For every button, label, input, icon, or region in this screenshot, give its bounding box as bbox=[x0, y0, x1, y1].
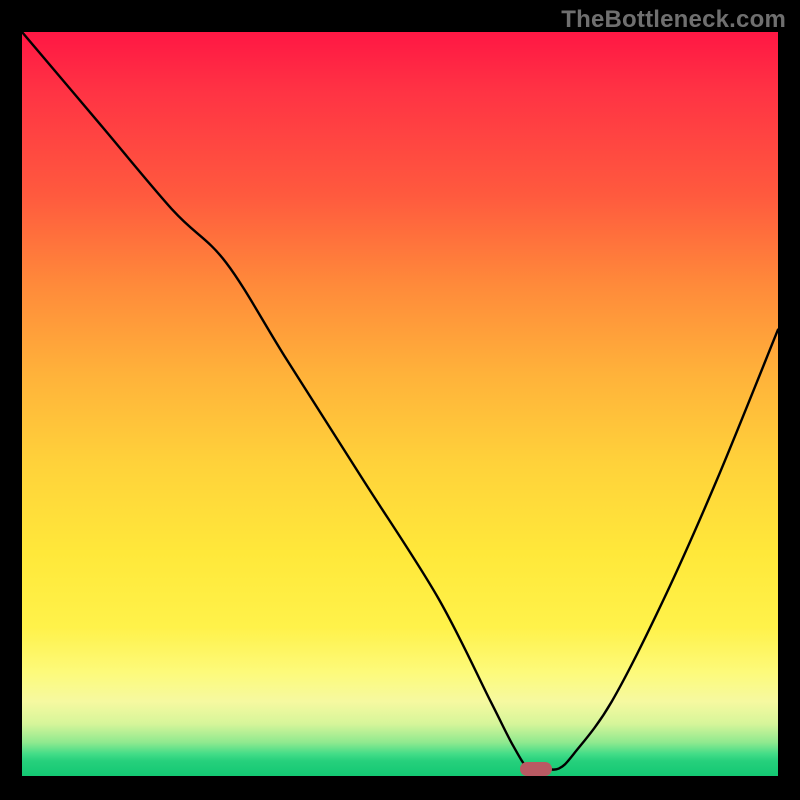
bottleneck-curve bbox=[22, 32, 778, 776]
watermark-text: TheBottleneck.com bbox=[561, 6, 786, 34]
optimal-marker bbox=[520, 762, 552, 776]
plot-area bbox=[22, 32, 778, 776]
chart-stage: TheBottleneck.com bbox=[0, 0, 800, 800]
